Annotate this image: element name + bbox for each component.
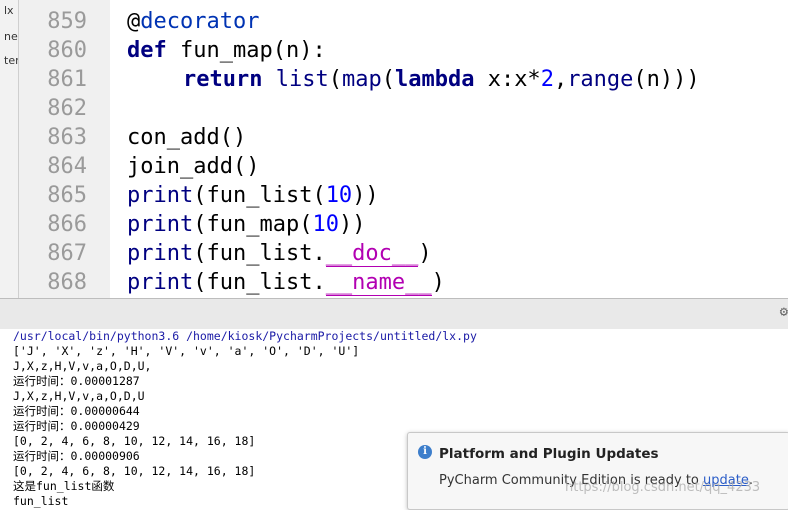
code-line-859: @decorator [127, 7, 259, 36]
code-editor[interactable]: @decorator def fun_map(n): return list(m… [110, 0, 788, 298]
decorator-at: @ [127, 9, 141, 34]
line-number: 865 [47, 183, 87, 208]
console-line: fun_list [13, 494, 69, 508]
line-number: 862 [47, 96, 87, 121]
code-text: (fun_list. [193, 241, 326, 266]
console-line: J,X,z,H,V,v,a,O,D,U [13, 389, 145, 403]
code-text: ) [431, 270, 445, 295]
line-number: 868 [47, 270, 87, 295]
code-line-860: def fun_map(n): [127, 36, 326, 65]
code-text: ) [418, 241, 432, 266]
console-line: 运行时间：0.00000906 [13, 449, 140, 463]
builtin-map: map [341, 67, 382, 92]
tree-item[interactable]: ne [4, 30, 18, 43]
keyword-lambda: lambda [394, 67, 475, 92]
console-line: 运行时间：0.00001287 [13, 374, 140, 388]
line-number: 866 [47, 212, 87, 237]
code-line-864: join_add() [127, 154, 260, 179]
decorator-name: decorator [140, 9, 260, 34]
info-icon: i [418, 445, 432, 459]
code-text: , [553, 67, 568, 92]
console-line: J,X,z,H,V,v,a,O,D,U, [13, 359, 152, 373]
dunder-attribute: __name__ [325, 270, 432, 296]
builtin-print: print [127, 270, 194, 295]
code-text: )) [352, 183, 379, 208]
builtin-range: range [567, 67, 634, 92]
console-line: [0, 2, 4, 6, 8, 10, 12, 14, 16, 18] [13, 434, 256, 448]
code-line-867: print(fun_list.__doc__) [127, 239, 432, 268]
line-number: 860 [47, 38, 87, 63]
tree-item[interactable]: lx [4, 4, 14, 17]
code-line-868: print(fun_list.__name__) [127, 268, 445, 297]
code-text: x:x* [474, 67, 541, 92]
code-text: ( [381, 67, 395, 92]
builtin-print: print [127, 212, 194, 237]
watermark: https://blog.csdn.net/qq_4233 [565, 480, 761, 495]
console-line: 运行时间：0.00000644 [13, 404, 140, 418]
console-line: [0, 2, 4, 6, 8, 10, 12, 14, 16, 18] [13, 464, 256, 478]
code-text: ( [328, 67, 342, 92]
update-notification[interactable]: i Platform and Plugin Updates PyCharm Co… [407, 432, 788, 510]
keyword-def: def [127, 38, 167, 63]
line-number: 867 [47, 241, 87, 266]
number-literal: 10 [312, 212, 339, 237]
project-tree-strip: lx ne ter [0, 0, 19, 298]
code-line-866: print(fun_map(10)) [127, 210, 365, 239]
number-literal: 2 [540, 67, 554, 92]
code-text: )) [338, 212, 366, 237]
code-line-863: con_add() [127, 125, 247, 150]
code-text: (fun_list( [193, 183, 326, 208]
code-line-861: return list(map(lambda x:x*2,range(n))) [127, 65, 700, 94]
console-line: 这是fun_list函数 [13, 479, 115, 493]
line-number: 864 [47, 154, 87, 179]
code-text: (fun_list. [193, 270, 326, 295]
code-text: fun_map(n): [166, 38, 326, 63]
builtin-list: list [275, 67, 329, 92]
console-line: ['J', 'X', 'z', 'H', 'V', 'v', 'a', 'O',… [13, 344, 360, 358]
gear-icon[interactable]: ⚙ [780, 304, 788, 320]
code-text: (n))) [633, 67, 700, 92]
line-number: 861 [47, 67, 87, 92]
builtin-print: print [127, 183, 194, 208]
builtin-print: print [127, 241, 194, 266]
notification-title: Platform and Plugin Updates [439, 446, 659, 462]
code-line-865: print(fun_list(10)) [127, 181, 379, 210]
console-line: 运行时间：0.00000429 [13, 419, 140, 433]
line-number: 859 [47, 9, 87, 34]
console-line[interactable]: /usr/local/bin/python3.6 /home/kiosk/Pyc… [13, 329, 477, 344]
run-panel-header: ⚙ [0, 298, 788, 330]
number-literal: 10 [325, 183, 353, 208]
keyword-return: return [183, 67, 263, 92]
editor-gutter: 859 860 861 862 863 864 865 866 867 868 [19, 0, 123, 298]
line-number: 863 [47, 125, 87, 150]
tree-item[interactable]: ter [4, 54, 18, 67]
code-text: (fun_map( [193, 212, 313, 237]
dunder-attribute: __doc__ [325, 241, 419, 267]
